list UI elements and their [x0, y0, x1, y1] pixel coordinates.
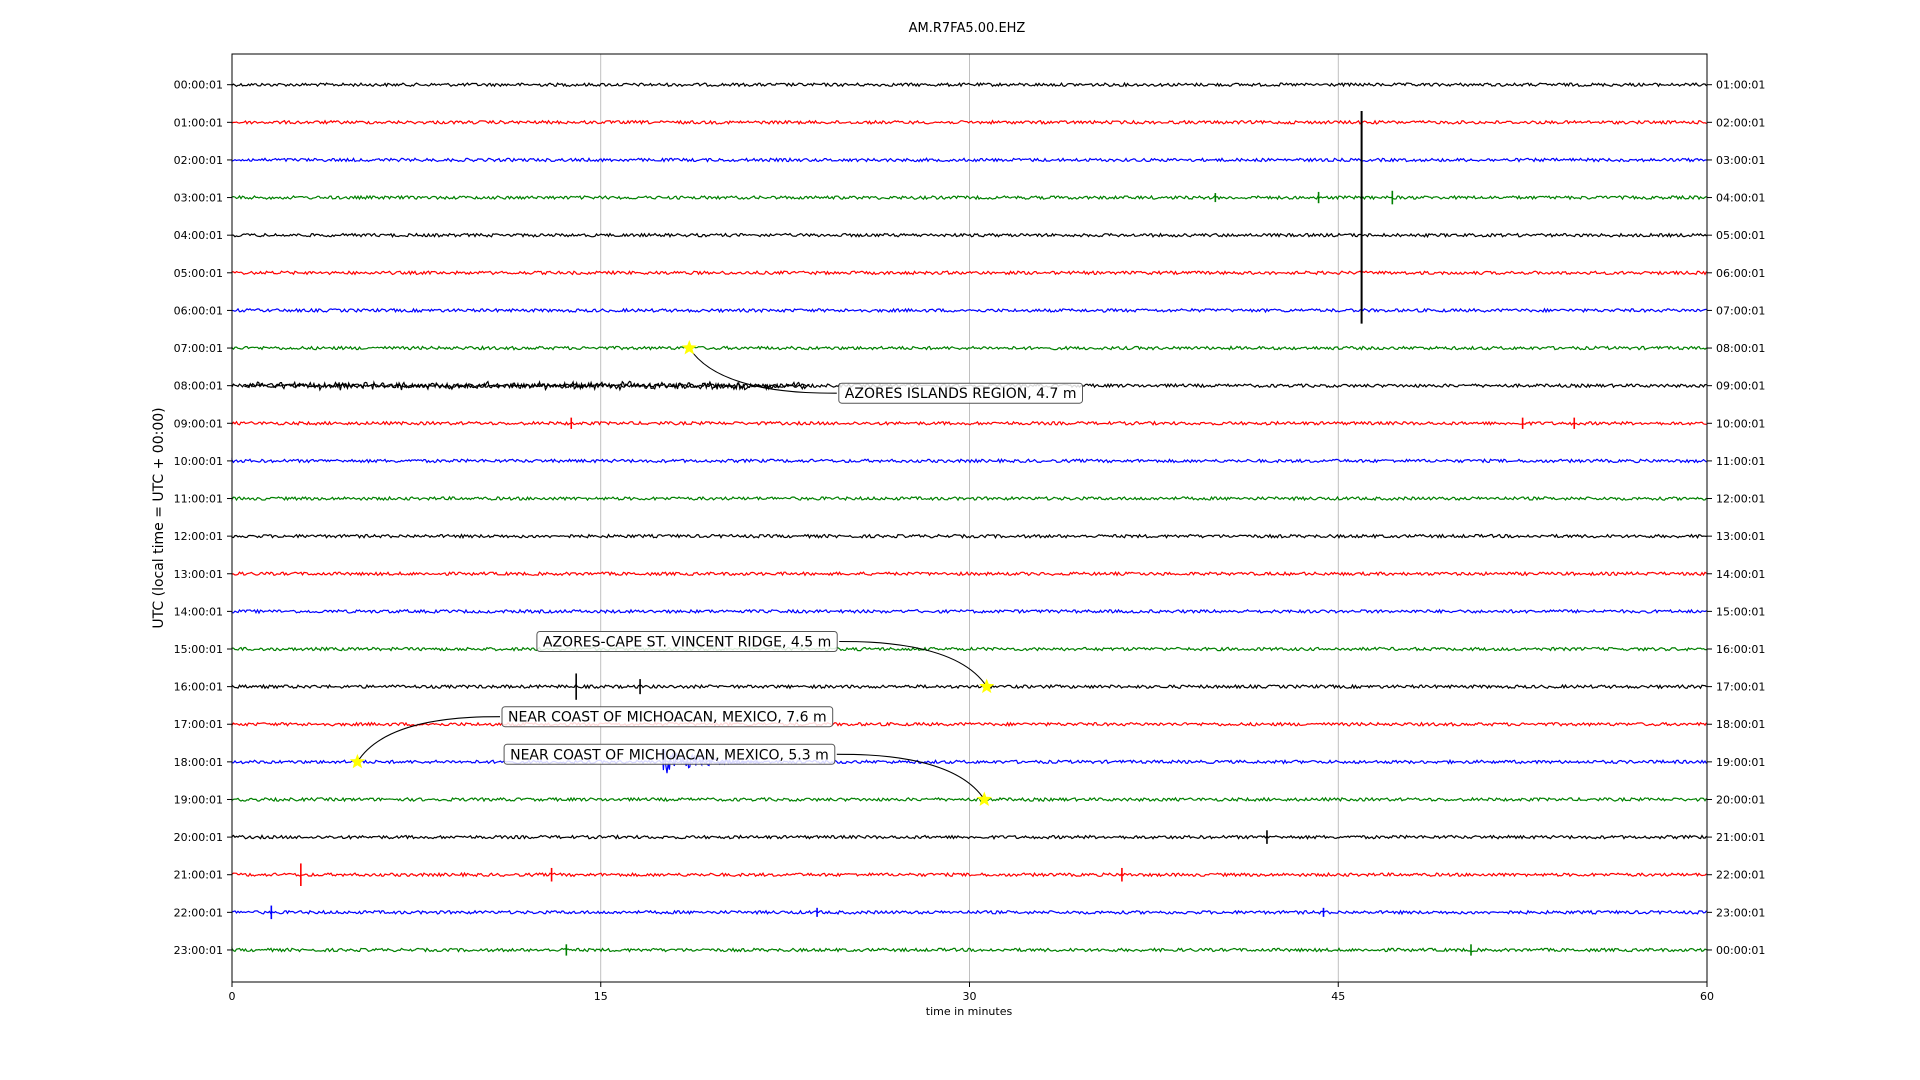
right-hour-label: 20:00:01: [1716, 793, 1765, 806]
left-hour-label: 10:00:01: [174, 455, 223, 468]
left-hour-label: 19:00:01: [174, 793, 223, 806]
left-hour-label: 14:00:01: [174, 605, 223, 618]
event-label-text-1: AZORES-CAPE ST. VINCENT RIDGE, 4.5 m: [543, 635, 831, 651]
right-hour-label: 14:00:01: [1716, 568, 1765, 581]
event-label-3: NEAR COAST OF MICHOACAN, MEXICO, 5.3 m: [503, 743, 836, 765]
right-hour-label: 00:00:01: [1716, 944, 1765, 957]
right-hour-label: 17:00:01: [1716, 681, 1765, 694]
x-tick-label: 15: [594, 990, 608, 1003]
right-hour-label: 02:00:01: [1716, 116, 1765, 129]
right-hour-label: 03:00:01: [1716, 154, 1765, 167]
right-hour-label: 23:00:01: [1716, 906, 1765, 919]
event-label-text-0: AZORES ISLANDS REGION, 4.7 m: [845, 386, 1077, 402]
right-hour-label: 11:00:01: [1716, 455, 1765, 468]
event-label-2: NEAR COAST OF MICHOACAN, MEXICO, 7.6 m: [501, 706, 834, 728]
right-hour-label: 09:00:01: [1716, 380, 1765, 393]
left-hour-label: 12:00:01: [174, 530, 223, 543]
helicorder-chart: AM.R7FA5.00.EHZ AZORES ISLANDS REGION, 4…: [0, 0, 1920, 1080]
right-hour-label: 21:00:01: [1716, 831, 1765, 844]
right-hour-label: 18:00:01: [1716, 718, 1765, 731]
x-tick-label: 0: [229, 990, 236, 1003]
event-label-1: AZORES-CAPE ST. VINCENT RIDGE, 4.5 m: [536, 631, 838, 652]
left-hour-label: 11:00:01: [174, 493, 223, 506]
right-hour-label: 15:00:01: [1716, 605, 1765, 618]
right-hour-label: 13:00:01: [1716, 530, 1765, 543]
x-tick-label: 60: [1700, 990, 1714, 1003]
left-hour-label: 09:00:01: [174, 417, 223, 430]
left-hour-label: 21:00:01: [174, 869, 223, 882]
left-hour-label: 02:00:01: [174, 154, 223, 167]
left-hour-label: 23:00:01: [174, 944, 223, 957]
left-hour-label: 22:00:01: [174, 906, 223, 919]
event-label-text-2: NEAR COAST OF MICHOACAN, MEXICO, 7.6 m: [508, 710, 827, 726]
y-axis-label: UTC (local time = UTC + 00:00): [151, 407, 167, 628]
left-hour-label: 03:00:01: [174, 192, 223, 205]
right-hour-label: 07:00:01: [1716, 304, 1765, 317]
event-label-text-3: NEAR COAST OF MICHOACAN, MEXICO, 5.3 m: [510, 747, 829, 763]
right-hour-label: 08:00:01: [1716, 342, 1765, 355]
x-tick-label: 30: [963, 990, 977, 1003]
left-hour-label: 06:00:01: [174, 304, 223, 317]
right-hour-label: 16:00:01: [1716, 643, 1765, 656]
left-hour-label: 00:00:01: [174, 79, 223, 92]
right-hour-label: 22:00:01: [1716, 869, 1765, 882]
figure-background: [0, 0, 1920, 1080]
chart-title: AM.R7FA5.00.EHZ: [909, 21, 1026, 36]
left-hour-label: 13:00:01: [174, 568, 223, 581]
left-hour-label: 04:00:01: [174, 229, 223, 242]
left-hour-label: 18:00:01: [174, 756, 223, 769]
left-hour-label: 01:00:01: [174, 116, 223, 129]
event-label-0: AZORES ISLANDS REGION, 4.7 m: [838, 382, 1083, 404]
left-hour-label: 17:00:01: [174, 718, 223, 731]
x-tick-label: 45: [1331, 990, 1345, 1003]
right-hour-label: 01:00:01: [1716, 79, 1765, 92]
right-hour-label: 12:00:01: [1716, 493, 1765, 506]
right-hour-label: 05:00:01: [1716, 229, 1765, 242]
left-hour-label: 05:00:01: [174, 267, 223, 280]
left-hour-label: 20:00:01: [174, 831, 223, 844]
left-hour-label: 07:00:01: [174, 342, 223, 355]
right-hour-label: 06:00:01: [1716, 267, 1765, 280]
right-hour-label: 19:00:01: [1716, 756, 1765, 769]
left-hour-label: 15:00:01: [174, 643, 223, 656]
right-hour-label: 10:00:01: [1716, 417, 1765, 430]
x-axis-label: time in minutes: [926, 1005, 1013, 1018]
right-hour-label: 04:00:01: [1716, 192, 1765, 205]
left-hour-label: 08:00:01: [174, 380, 223, 393]
left-hour-label: 16:00:01: [174, 681, 223, 694]
